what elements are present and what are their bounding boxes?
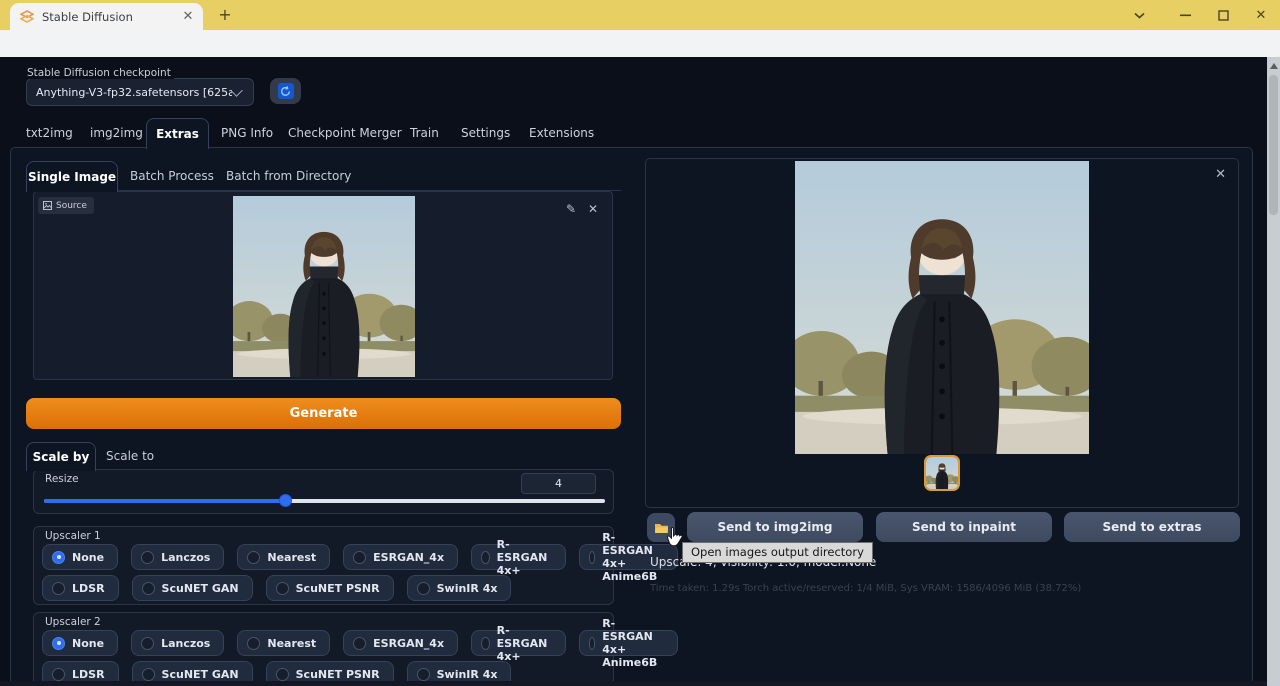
upscaler1-option-resrgan4x[interactable]: R-ESRGAN 4x+ <box>471 544 566 570</box>
radio-icon <box>417 668 430 681</box>
upscaler1-option-lanczos[interactable]: Lanczos <box>131 544 224 570</box>
scale-to-tab[interactable]: Scale to <box>106 442 154 470</box>
result-image[interactable] <box>795 161 1089 454</box>
image-icon <box>43 201 52 210</box>
upscaler2-option-nearest[interactable]: Nearest <box>237 630 330 656</box>
browser-toolbar: 127.0.0.1:7860 G <box>0 30 1280 57</box>
upscaler1-option-nearest[interactable]: Nearest <box>237 544 330 570</box>
upscaler1-option-none[interactable]: None <box>42 544 118 570</box>
tab-checkpoint-merger[interactable]: Checkpoint Merger <box>288 120 402 147</box>
tab-close-icon[interactable]: ✕ <box>180 9 196 25</box>
checkpoint-dropdown[interactable]: Anything-V3-fp32.safetensors [625a2ba2] <box>26 78 254 106</box>
radio-selected-icon <box>52 551 65 564</box>
new-tab-button[interactable]: + <box>216 6 234 24</box>
source-image-dropzone[interactable]: Source ✎ ✕ <box>33 191 613 380</box>
radio-icon <box>52 582 65 595</box>
upscaler2-option-esrgan4x[interactable]: ESRGAN_4x <box>343 630 458 656</box>
radio-icon <box>142 582 155 595</box>
refresh-checkpoints-button[interactable] <box>270 78 301 104</box>
upscaler1-option-ldsr[interactable]: LDSR <box>42 575 119 601</box>
browser-tab-title: Stable Diffusion <box>42 10 180 24</box>
upscaler2-option-resrgan-anime6b[interactable]: R-ESRGAN 4x+ Anime6B <box>579 630 678 656</box>
send-to-extras-button[interactable]: Send to extras <box>1064 512 1240 542</box>
upscaler1-option-swinir4x[interactable]: SwinIR 4x <box>407 575 512 601</box>
source-label: Source <box>56 201 87 211</box>
resize-slider-fill <box>44 499 285 503</box>
radio-icon <box>481 637 490 650</box>
browser-tab-strip: Stable Diffusion ✕ + ✕ <box>0 0 1280 30</box>
window-minimize-button[interactable] <box>1168 0 1202 30</box>
subtab-single-image[interactable]: Single Image <box>26 161 118 192</box>
send-to-inpaint-button[interactable]: Send to inpaint <box>876 512 1052 542</box>
radio-icon <box>247 551 260 564</box>
resize-label: Resize <box>45 473 79 485</box>
close-result-icon[interactable]: ✕ <box>1215 167 1226 182</box>
window-maximize-button[interactable] <box>1206 0 1240 30</box>
radio-icon <box>589 637 596 650</box>
checkpoint-value: Anything-V3-fp32.safetensors [625a2ba2] <box>36 86 232 99</box>
radio-icon <box>353 551 366 564</box>
upscaler1-block: Upscaler 1 None Lanczos Nearest ESRGAN_4… <box>33 526 614 605</box>
upscaler2-block: Upscaler 2 None Lanczos Nearest ESRGAN_4… <box>33 612 614 686</box>
radio-icon <box>141 551 154 564</box>
radio-icon <box>353 637 366 650</box>
radio-icon <box>276 582 289 595</box>
window-close-button[interactable]: ✕ <box>1244 0 1278 30</box>
result-thumbnail[interactable] <box>924 455 960 491</box>
radio-icon <box>276 668 289 681</box>
radio-icon <box>52 668 65 681</box>
upscaler2-label: Upscaler 2 <box>45 616 101 628</box>
edit-pencil-icon[interactable]: ✎ <box>566 203 576 215</box>
tab-img2img[interactable]: img2img <box>90 120 143 147</box>
window-menu-chevron-icon[interactable] <box>1122 0 1156 30</box>
upscaler1-option-scunet-psnr[interactable]: ScuNET PSNR <box>266 575 394 601</box>
gradio-favicon-icon <box>20 10 34 24</box>
horizontal-scrollbar[interactable] <box>0 681 1267 686</box>
radio-selected-icon <box>52 637 65 650</box>
upscaler2-option-lanczos[interactable]: Lanczos <box>131 630 224 656</box>
radio-icon <box>417 582 430 595</box>
upscaler1-option-scunet-gan[interactable]: ScuNET GAN <box>132 575 253 601</box>
radio-icon <box>142 668 155 681</box>
result-thumbnail-image <box>926 457 958 489</box>
upscaler2-option-none[interactable]: None <box>42 630 118 656</box>
resize-number-input[interactable] <box>521 473 596 494</box>
subtab-batch-from-directory[interactable]: Batch from Directory <box>226 161 351 191</box>
resize-slider[interactable] <box>44 499 605 503</box>
screen: Stable Diffusion ✕ + ✕ 127.0. <box>0 0 1280 686</box>
upscaler1-label: Upscaler 1 <box>45 530 101 542</box>
tab-extensions[interactable]: Extensions <box>529 120 594 147</box>
scale-by-tab[interactable]: Scale by <box>26 442 96 471</box>
tab-settings[interactable]: Settings <box>461 120 510 147</box>
clear-image-icon[interactable]: ✕ <box>588 203 598 215</box>
send-to-img2img-button[interactable]: Send to img2img <box>687 512 863 542</box>
tab-extras[interactable]: Extras <box>146 118 209 149</box>
tab-txt2img[interactable]: txt2img <box>26 120 73 147</box>
radio-icon <box>481 551 490 564</box>
chevron-down-icon <box>230 84 243 97</box>
source-image[interactable] <box>233 196 415 377</box>
resize-block: Resize <box>33 469 614 514</box>
source-tag: Source <box>38 197 94 214</box>
performance-line: Time taken: 1.29s Torch active/reserved:… <box>650 583 1081 594</box>
radio-icon <box>141 637 154 650</box>
scrollbar-thumb[interactable] <box>1269 75 1278 215</box>
vertical-scrollbar[interactable] <box>1267 57 1280 686</box>
generate-button[interactable]: Generate <box>26 398 621 429</box>
subtab-batch-process[interactable]: Batch Process <box>130 161 214 191</box>
folder-button-tooltip: Open images output directory <box>682 542 873 563</box>
radio-icon <box>589 551 596 564</box>
checkpoint-label: Stable Diffusion checkpoint <box>24 67 174 79</box>
radio-icon <box>247 637 260 650</box>
tab-train[interactable]: Train <box>410 120 439 147</box>
upscaler1-option-esrgan4x[interactable]: ESRGAN_4x <box>343 544 458 570</box>
refresh-icon <box>278 83 294 99</box>
upscaler2-option-resrgan4x[interactable]: R-ESRGAN 4x+ <box>471 630 566 656</box>
mouse-cursor-hand <box>666 526 684 547</box>
tab-png-info[interactable]: PNG Info <box>221 120 273 147</box>
browser-tab[interactable]: Stable Diffusion ✕ <box>10 3 203 30</box>
scroll-up-arrow-icon[interactable] <box>1270 63 1278 69</box>
resize-slider-handle[interactable] <box>279 494 292 507</box>
